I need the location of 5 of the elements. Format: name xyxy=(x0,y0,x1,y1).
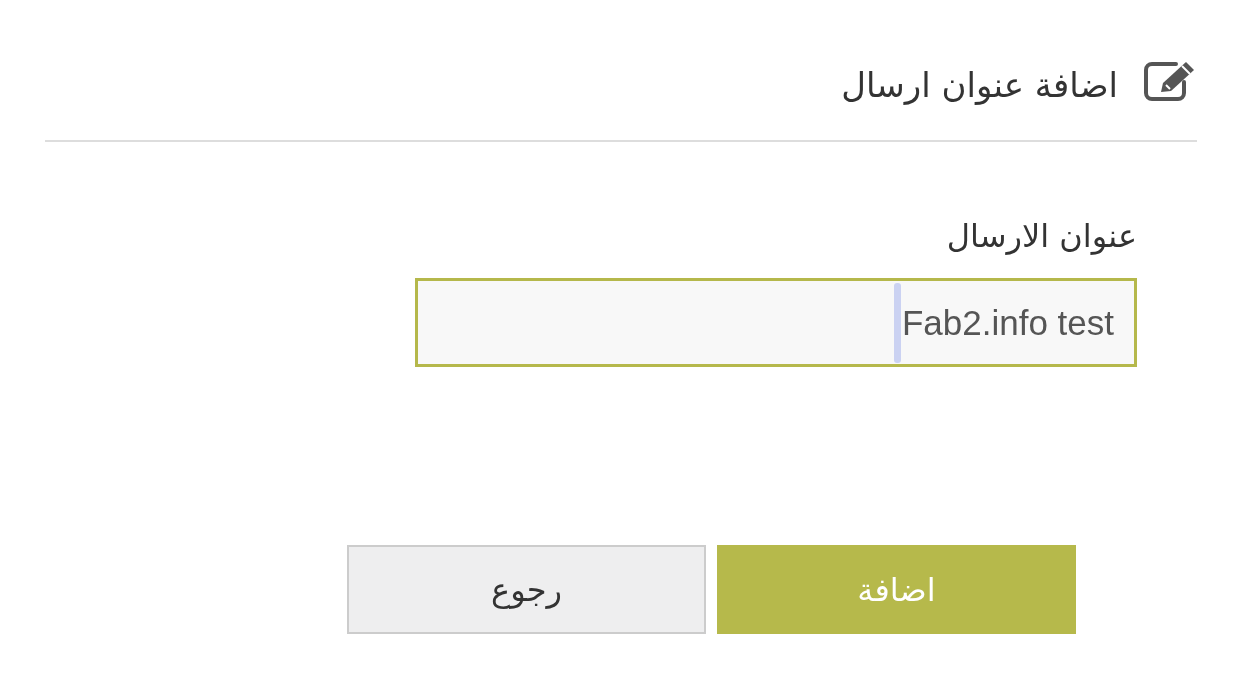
edit-icon xyxy=(1144,59,1197,101)
back-button[interactable]: رجوع xyxy=(347,545,706,634)
page-title: اضافة عنوان ارسال xyxy=(841,64,1118,107)
input-field[interactable]: Fab2.info test xyxy=(415,278,1137,367)
field-label: عنوان الارسال xyxy=(946,216,1137,257)
